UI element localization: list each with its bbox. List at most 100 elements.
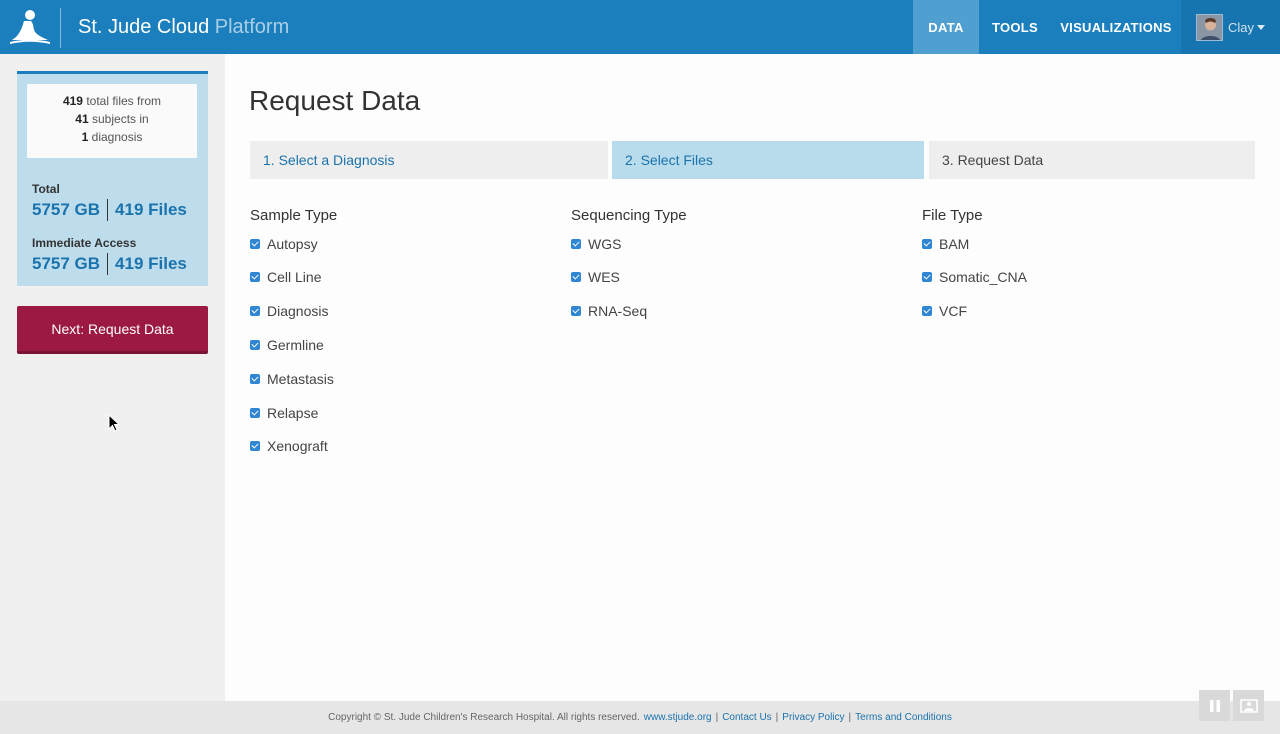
footer-separator: | — [775, 712, 779, 723]
next-button-label: Next: Request Data — [51, 320, 174, 337]
diagnosis-count: 1 — [81, 130, 89, 144]
nav-tools[interactable]: TOOLS — [979, 0, 1051, 54]
checkbox-checked-icon[interactable] — [250, 374, 260, 384]
nav-data-label: DATA — [928, 19, 964, 35]
brand-title[interactable]: St. Jude Cloud Platform — [78, 15, 289, 39]
checkbox-checked-icon[interactable] — [250, 272, 260, 282]
user-name: Clay — [1228, 19, 1255, 35]
next-request-data-button[interactable]: Next: Request Data — [17, 306, 208, 354]
checkbox-diagnosis[interactable]: Diagnosis — [250, 303, 328, 319]
checkbox-somatic-cna[interactable]: Somatic_CNA — [922, 269, 1027, 285]
footer-link-terms[interactable]: Terms and Conditions — [855, 712, 952, 723]
footer-link-contact[interactable]: Contact Us — [722, 712, 771, 723]
checkbox-checked-icon[interactable] — [250, 441, 260, 451]
step-select-files[interactable]: 2. Select Files — [612, 141, 924, 179]
brand-main: St. Jude Cloud — [78, 16, 210, 38]
stat-divider — [107, 199, 109, 221]
checkbox-xenograft[interactable]: Xenograft — [250, 438, 328, 454]
total-value: 5757 GB 419 Files — [32, 199, 187, 221]
files-text: total files from — [86, 94, 162, 108]
checkbox-relapse[interactable]: Relapse — [250, 405, 318, 421]
checkbox-label: RNA-Seq — [588, 303, 648, 319]
checkbox-label: Relapse — [267, 405, 319, 421]
checkbox-label: Diagnosis — [267, 303, 329, 319]
total-size: 5757 GB — [32, 200, 101, 219]
summary-diagnosis-line: 1 diagnosis — [27, 128, 197, 146]
checkbox-vcf[interactable]: VCF — [922, 303, 967, 319]
subjects-text: subjects in — [92, 112, 149, 126]
step-select-diagnosis[interactable]: 1. Select a Diagnosis — [250, 141, 608, 179]
chevron-down-icon — [1257, 24, 1266, 30]
nav-tools-label: TOOLS — [991, 19, 1039, 35]
immediate-access-value: 5757 GB 419 Files — [32, 253, 187, 275]
step-1-label: 1. Select a Diagnosis — [263, 152, 395, 168]
file-type-heading: File Type — [922, 207, 983, 224]
checkbox-label: Metastasis — [267, 371, 334, 387]
checkbox-metastasis[interactable]: Metastasis — [250, 371, 334, 387]
step-3-label: 3. Request Data — [942, 152, 1044, 168]
summary-panel: 419 total files from 41 subjects in 1 di… — [17, 71, 208, 286]
step-2-label: 2. Select Files — [625, 152, 713, 168]
checkbox-checked-icon[interactable] — [922, 272, 932, 282]
checkbox-label: Somatic_CNA — [939, 269, 1027, 285]
diagnosis-text: diagnosis — [91, 130, 143, 144]
checkbox-bam[interactable]: BAM — [922, 236, 969, 252]
checkbox-label: Xenograft — [267, 438, 328, 454]
top-header: St. Jude Cloud Platform DATA TOOLS VISUA… — [0, 0, 1280, 54]
checkbox-label: WGS — [588, 236, 622, 252]
checkbox-label: Germline — [267, 337, 324, 353]
sequencing-type-heading: Sequencing Type — [571, 207, 687, 224]
checkbox-rna-seq[interactable]: RNA-Seq — [571, 303, 647, 319]
footer-separator: | — [715, 712, 719, 723]
checkbox-checked-icon[interactable] — [571, 306, 581, 316]
main-content: Request Data 1. Select a Diagnosis 2. Se… — [225, 54, 1280, 701]
checkbox-checked-icon[interactable] — [250, 306, 260, 316]
stat-divider — [107, 253, 109, 275]
summary-subjects-line: 41 subjects in — [27, 110, 197, 128]
checkbox-checked-icon[interactable] — [922, 239, 932, 249]
avatar — [1196, 13, 1223, 41]
summary-box: 419 total files from 41 subjects in 1 di… — [27, 84, 197, 158]
checkbox-checked-icon[interactable] — [571, 272, 581, 282]
mouse-cursor-icon — [108, 413, 121, 432]
nav-visualizations-label: VISUALIZATIONS — [1060, 19, 1172, 35]
st-jude-logo-icon[interactable] — [8, 8, 52, 46]
summary-files-line: 419 total files from — [27, 92, 197, 110]
total-label: Total — [32, 182, 60, 196]
pause-icon[interactable] — [1199, 690, 1230, 721]
footer: Copyright © St. Jude Children's Research… — [0, 701, 1280, 734]
checkbox-checked-icon[interactable] — [571, 239, 581, 249]
nav-visualizations[interactable]: VISUALIZATIONS — [1051, 0, 1181, 54]
total-files: 419 Files — [115, 200, 187, 219]
checkbox-autopsy[interactable]: Autopsy — [250, 236, 318, 252]
brand-divider — [60, 8, 61, 48]
checkbox-label: VCF — [939, 303, 967, 319]
subjects-count: 41 — [75, 112, 89, 126]
files-count: 419 — [62, 94, 83, 108]
checkbox-checked-icon[interactable] — [250, 408, 260, 418]
immediate-files: 419 Files — [115, 254, 187, 273]
immediate-size: 5757 GB — [32, 254, 101, 273]
user-menu[interactable]: Clay — [1181, 0, 1280, 54]
nav-data[interactable]: DATA — [913, 0, 979, 54]
checkbox-wes[interactable]: WES — [571, 269, 620, 285]
copyright-text: Copyright © St. Jude Children's Research… — [328, 712, 640, 723]
page-title: Request Data — [249, 85, 421, 116]
footer-link-privacy[interactable]: Privacy Policy — [782, 712, 844, 723]
footer-separator: | — [848, 712, 852, 723]
sidebar: 419 total files from 41 subjects in 1 di… — [0, 54, 225, 701]
checkbox-cell-line[interactable]: Cell Line — [250, 269, 321, 285]
checkbox-label: Cell Line — [267, 269, 322, 285]
footer-link-stjude[interactable]: www.stjude.org — [644, 712, 712, 723]
checkbox-germline[interactable]: Germline — [250, 337, 324, 353]
immediate-access-label: Immediate Access — [32, 236, 137, 250]
brand-sub: Platform — [214, 16, 290, 38]
checkbox-wgs[interactable]: WGS — [571, 236, 621, 252]
checkbox-checked-icon[interactable] — [250, 239, 260, 249]
sample-type-heading: Sample Type — [250, 207, 338, 224]
step-request-data[interactable]: 3. Request Data — [929, 141, 1255, 179]
checkbox-checked-icon[interactable] — [250, 340, 260, 350]
checkbox-checked-icon[interactable] — [922, 306, 932, 316]
image-icon[interactable] — [1233, 690, 1264, 721]
checkbox-label: Autopsy — [267, 236, 318, 252]
